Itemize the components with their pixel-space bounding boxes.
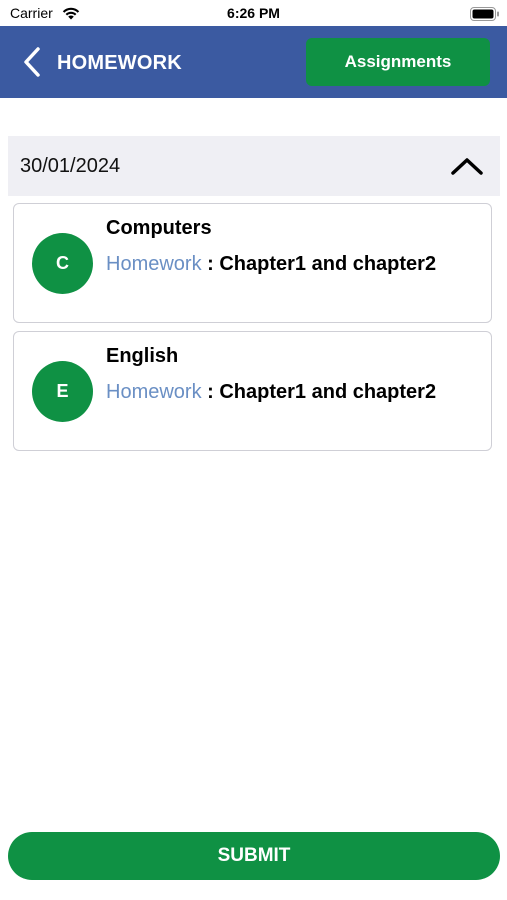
date-accordion-header[interactable]: 30/01/2024 bbox=[8, 136, 500, 196]
subject-avatar: C bbox=[32, 233, 93, 294]
battery-icon bbox=[470, 7, 499, 21]
date-label: 30/01/2024 bbox=[20, 155, 121, 177]
status-bar: Carrier 6:26 PM bbox=[0, 0, 507, 26]
homework-separator: : bbox=[201, 253, 220, 275]
chevron-up-icon[interactable] bbox=[450, 156, 484, 176]
app-header: HOMEWORK Assignments bbox=[0, 26, 507, 98]
homework-link[interactable]: Homework bbox=[106, 253, 202, 275]
homework-link[interactable]: Homework bbox=[106, 381, 202, 403]
submit-button[interactable]: SUBMIT bbox=[8, 832, 500, 880]
assignments-button[interactable]: Assignments bbox=[306, 38, 490, 86]
status-time: 6:26 PM bbox=[227, 5, 280, 21]
homework-card[interactable]: C Computers Homework : Chapter1 and chap… bbox=[13, 203, 492, 323]
homework-line: Homework : Chapter1 and chapter2 bbox=[106, 253, 436, 276]
subject-name: Computers bbox=[106, 217, 212, 239]
homework-description: Chapter1 and chapter2 bbox=[219, 381, 437, 403]
homework-separator: : bbox=[201, 381, 220, 403]
subject-avatar: E bbox=[32, 361, 93, 422]
homework-line: Homework : Chapter1 and chapter2 bbox=[106, 381, 436, 404]
homework-description: Chapter1 and chapter2 bbox=[219, 253, 437, 275]
subject-name: English bbox=[106, 345, 179, 367]
chevron-left-icon[interactable] bbox=[22, 46, 42, 78]
page-title: HOMEWORK bbox=[57, 52, 182, 74]
homework-card[interactable]: E English Homework : Chapter1 and chapte… bbox=[13, 331, 492, 451]
